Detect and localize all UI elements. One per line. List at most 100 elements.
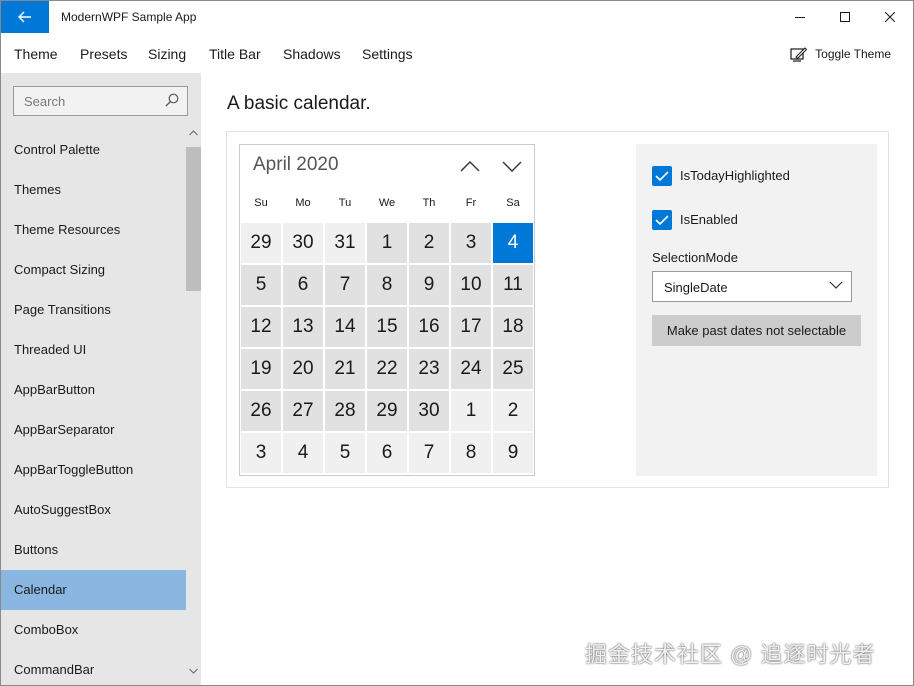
calendar-day[interactable]: 22 bbox=[367, 349, 407, 389]
is-enabled-checkbox[interactable] bbox=[652, 210, 672, 230]
past-dates-not-selectable-button[interactable]: Make past dates not selectable bbox=[652, 315, 861, 346]
calendar-day[interactable]: 28 bbox=[325, 391, 365, 431]
is-today-highlighted-label[interactable]: IsTodayHighlighted bbox=[680, 168, 790, 183]
calendar-day[interactable]: 3 bbox=[241, 433, 281, 473]
calendar-day[interactable]: 15 bbox=[367, 307, 407, 347]
calendar-day[interactable]: 6 bbox=[367, 433, 407, 473]
selection-mode-combobox[interactable]: SingleDate bbox=[652, 271, 852, 302]
calendar-day[interactable]: 2 bbox=[409, 223, 449, 263]
menu-settings[interactable]: Settings bbox=[362, 46, 413, 62]
sidebar-item-appbarseparator[interactable]: AppBarSeparator bbox=[1, 410, 186, 450]
day-of-week-label: Tu bbox=[338, 197, 352, 209]
calendar-day[interactable]: 8 bbox=[451, 433, 491, 473]
calendar-day-today[interactable]: 4 bbox=[493, 223, 533, 263]
calendar-day[interactable]: 30 bbox=[283, 223, 323, 263]
sidebar-item-buttons[interactable]: Buttons bbox=[1, 530, 186, 570]
calendar-day[interactable]: 20 bbox=[283, 349, 323, 389]
calendar-day[interactable]: 11 bbox=[493, 265, 533, 305]
sidebar-item-combobox[interactable]: ComboBox bbox=[1, 610, 186, 650]
scroll-down-icon[interactable] bbox=[189, 668, 198, 674]
calendar-day[interactable]: 29 bbox=[367, 391, 407, 431]
calendar-day[interactable]: 17 bbox=[451, 307, 491, 347]
back-arrow-icon bbox=[18, 11, 31, 23]
maximize-button[interactable] bbox=[822, 1, 868, 33]
calendar-day[interactable]: 7 bbox=[409, 433, 449, 473]
nav-list: Control Palette Themes Theme Resources C… bbox=[1, 130, 186, 685]
sidebar-item-theme-resources[interactable]: Theme Resources bbox=[1, 210, 186, 250]
menu-sizing[interactable]: Sizing bbox=[148, 46, 186, 62]
day-of-week-label: Fr bbox=[465, 197, 477, 209]
calendar-day[interactable]: 1 bbox=[367, 223, 407, 263]
calendar-day[interactable]: 2 bbox=[493, 391, 533, 431]
calendar-day[interactable]: 16 bbox=[409, 307, 449, 347]
calendar-day[interactable]: 26 bbox=[241, 391, 281, 431]
sidebar-item-themes[interactable]: Themes bbox=[1, 170, 186, 210]
app-title: ModernWPF Sample App bbox=[61, 10, 197, 24]
search-box[interactable]: Search bbox=[13, 86, 188, 116]
calendar-day[interactable]: 3 bbox=[451, 223, 491, 263]
calendar-day[interactable]: 21 bbox=[325, 349, 365, 389]
chevron-up-icon bbox=[460, 161, 480, 172]
sidebar-item-compact-sizing[interactable]: Compact Sizing bbox=[1, 250, 186, 290]
calendar-day[interactable]: 6 bbox=[283, 265, 323, 305]
day-of-week-label: Th bbox=[422, 197, 436, 209]
calendar-day[interactable]: 9 bbox=[493, 433, 533, 473]
sidebar-item-commandbar[interactable]: CommandBar bbox=[1, 650, 186, 685]
calendar-previous-button[interactable] bbox=[458, 154, 484, 178]
calendar-day[interactable]: 18 bbox=[493, 307, 533, 347]
scroll-up-icon[interactable] bbox=[189, 130, 198, 136]
maximize-icon bbox=[840, 12, 850, 22]
calendar-day[interactable]: 7 bbox=[325, 265, 365, 305]
sidebar-item-threaded-ui[interactable]: Threaded UI bbox=[1, 330, 186, 370]
calendar-day[interactable]: 31 bbox=[325, 223, 365, 263]
sidebar-item-calendar[interactable]: Calendar bbox=[1, 570, 186, 610]
calendar-day[interactable]: 5 bbox=[325, 433, 365, 473]
calendar-day[interactable]: 4 bbox=[283, 433, 323, 473]
menu-presets[interactable]: Presets bbox=[80, 46, 127, 62]
calendar-day[interactable]: 9 bbox=[409, 265, 449, 305]
title-bar: ModernWPF Sample App bbox=[1, 1, 913, 33]
close-button[interactable] bbox=[867, 1, 913, 33]
sidebar-item-page-transitions[interactable]: Page Transitions bbox=[1, 290, 186, 330]
calendar-day[interactable]: 5 bbox=[241, 265, 281, 305]
menu-title-bar[interactable]: Title Bar bbox=[209, 46, 261, 62]
sidebar-item-appbarbutton[interactable]: AppBarButton bbox=[1, 370, 186, 410]
toggle-theme-label: Toggle Theme bbox=[815, 47, 891, 61]
sidebar-scrollbar[interactable] bbox=[186, 130, 201, 685]
calendar-day[interactable]: 1 bbox=[451, 391, 491, 431]
calendar-day[interactable]: 23 bbox=[409, 349, 449, 389]
calendar-day[interactable]: 8 bbox=[367, 265, 407, 305]
calendar-month-header[interactable]: April 2020 bbox=[253, 154, 339, 176]
back-button[interactable] bbox=[1, 1, 49, 33]
checkmark-icon bbox=[655, 215, 669, 226]
calendar-day[interactable]: 25 bbox=[493, 349, 533, 389]
menu-shadows[interactable]: Shadows bbox=[283, 46, 341, 62]
calendar-day[interactable]: 29 bbox=[241, 223, 281, 263]
menu-theme[interactable]: Theme bbox=[14, 46, 58, 62]
sidebar-item-control-palette[interactable]: Control Palette bbox=[1, 130, 186, 170]
calendar-day[interactable]: 24 bbox=[451, 349, 491, 389]
calendar-day[interactable]: 10 bbox=[451, 265, 491, 305]
minimize-button[interactable] bbox=[777, 1, 823, 33]
day-of-week-label: Su bbox=[254, 197, 268, 209]
toggle-theme-button[interactable]: Toggle Theme bbox=[790, 46, 891, 62]
calendar-day[interactable]: 30 bbox=[409, 391, 449, 431]
sidebar-item-autosuggestbox[interactable]: AutoSuggestBox bbox=[1, 490, 186, 530]
search-icon[interactable] bbox=[165, 93, 179, 107]
calendar[interactable]: April 2020 Su Mo Tu We Th Fr Sa 29 30 31 1 2 3 4 5 6 7 8… bbox=[239, 144, 535, 476]
is-enabled-label[interactable]: IsEnabled bbox=[680, 212, 738, 227]
sidebar-item-appbartogglebutton[interactable]: AppBarToggleButton bbox=[1, 450, 186, 490]
search-input[interactable]: Search bbox=[24, 94, 65, 109]
calendar-next-button[interactable] bbox=[500, 154, 526, 178]
scroll-thumb[interactable] bbox=[186, 147, 201, 291]
is-today-highlighted-checkbox[interactable] bbox=[652, 166, 672, 186]
calendar-day[interactable]: 12 bbox=[241, 307, 281, 347]
calendar-day[interactable]: 13 bbox=[283, 307, 323, 347]
checkmark-icon bbox=[655, 171, 669, 182]
page-title: A basic calendar. bbox=[227, 93, 371, 114]
calendar-day[interactable]: 19 bbox=[241, 349, 281, 389]
chevron-down-icon bbox=[502, 161, 522, 172]
calendar-day[interactable]: 14 bbox=[325, 307, 365, 347]
chevron-down-icon bbox=[829, 281, 843, 289]
calendar-day[interactable]: 27 bbox=[283, 391, 323, 431]
